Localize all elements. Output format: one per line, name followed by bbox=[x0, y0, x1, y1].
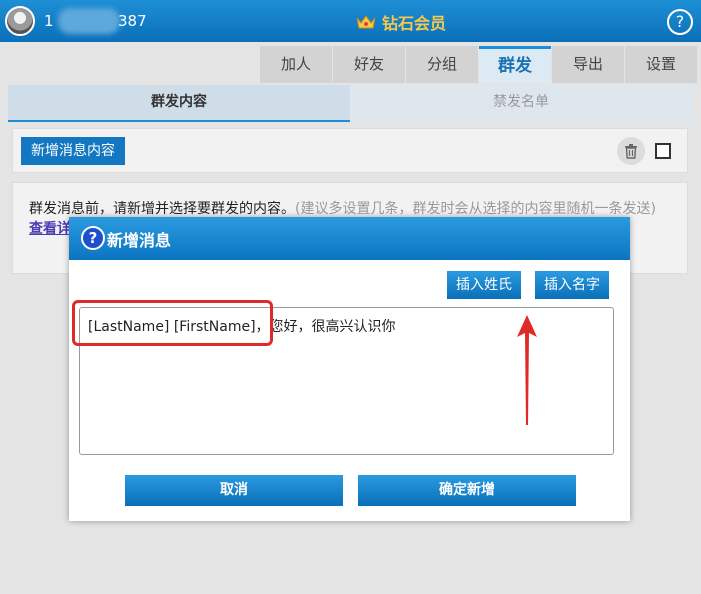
subtab-blocklist[interactable]: 禁发名单 bbox=[350, 85, 692, 122]
crown-icon bbox=[356, 15, 376, 29]
info-text: 群发消息前，请新增并选择要群发的内容。 bbox=[29, 201, 295, 217]
delete-button[interactable] bbox=[617, 137, 645, 165]
insert-firstname-button[interactable]: 插入名字 bbox=[535, 271, 609, 299]
vip-label: 钻石会员 bbox=[382, 14, 447, 33]
dialog-header: ? 新增消息 bbox=[69, 217, 630, 260]
select-all-checkbox[interactable] bbox=[655, 143, 671, 159]
view-details-link[interactable]: 查看详 bbox=[29, 221, 71, 237]
redacted-user-id bbox=[58, 8, 120, 34]
help-button[interactable]: ? bbox=[667, 9, 693, 35]
dialog-title: 新增消息 bbox=[107, 231, 172, 250]
question-icon: ? bbox=[81, 226, 105, 250]
confirm-add-button[interactable]: 确定新增 bbox=[358, 475, 576, 506]
user-id-start: 1 bbox=[44, 12, 54, 30]
avatar[interactable] bbox=[5, 6, 35, 36]
tab-friends[interactable]: 好友 bbox=[333, 46, 405, 83]
new-message-dialog: ? 新增消息 插入姓氏 插入名字 [LastName] [FirstName]，… bbox=[69, 217, 630, 521]
vip-badge[interactable]: 钻石会员 bbox=[356, 10, 446, 34]
annotation-highlight-box bbox=[72, 300, 273, 346]
subtab-broadcast-content[interactable]: 群发内容 bbox=[8, 85, 350, 122]
insert-lastname-button[interactable]: 插入姓氏 bbox=[447, 271, 521, 299]
main-nav: 加人 好友 分组 群发 导出 设置 bbox=[260, 46, 697, 83]
tab-add-people[interactable]: 加人 bbox=[260, 46, 332, 83]
content-toolbar: 新增消息内容 bbox=[12, 128, 688, 173]
annotation-arrow-icon bbox=[517, 315, 537, 425]
tab-broadcast[interactable]: 群发 bbox=[479, 46, 551, 83]
info-tip: (建议多设置几条，群发时会从选择的内容里随机一条发送) bbox=[295, 201, 656, 217]
user-id-end: 387 bbox=[118, 12, 147, 30]
sub-tabs: 群发内容 禁发名单 bbox=[8, 85, 692, 122]
tab-settings[interactable]: 设置 bbox=[625, 46, 697, 83]
tab-export[interactable]: 导出 bbox=[552, 46, 624, 83]
cancel-button[interactable]: 取消 bbox=[125, 475, 343, 506]
tab-groups[interactable]: 分组 bbox=[406, 46, 478, 83]
add-message-content-button[interactable]: 新增消息内容 bbox=[21, 137, 125, 165]
top-bar: 1 387 钻石会员 ? bbox=[0, 0, 701, 42]
trash-icon bbox=[625, 144, 637, 159]
